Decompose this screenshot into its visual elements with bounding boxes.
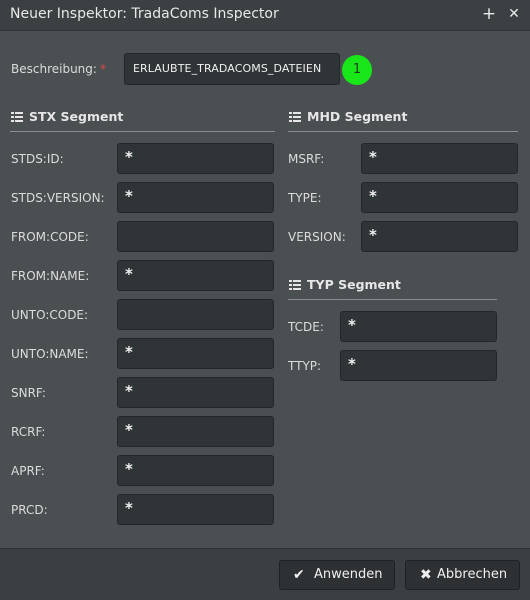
mhd-label-msrf: MSRF: (288, 152, 325, 166)
list-icon (289, 280, 301, 290)
stx-input-snrf[interactable]: * (117, 377, 274, 408)
stx-divider (10, 131, 275, 132)
stx-input-unto-name[interactable]: * (117, 338, 274, 369)
mhd-input-msrf[interactable]: * (361, 143, 518, 174)
stx-input-rcrf[interactable]: * (117, 416, 274, 447)
stx-input-aprf[interactable]: * (117, 455, 274, 486)
dialog-footer: ✔ Anwenden ✖ Abbrechen (0, 548, 530, 600)
mhd-divider (288, 131, 518, 132)
mhd-label-type: TYPE: (288, 191, 322, 205)
stx-label-from-name: FROM:NAME: (11, 269, 90, 283)
close-icon[interactable]: ✕ (504, 3, 524, 25)
list-icon (289, 112, 301, 122)
stx-input-stds-version[interactable]: * (117, 182, 274, 213)
mhd-input-version[interactable]: * (361, 221, 518, 252)
stx-input-prcd[interactable]: * (117, 494, 274, 525)
mhd-input-type[interactable]: * (361, 182, 518, 213)
stx-label-stds-version: STDS:VERSION: (11, 191, 105, 205)
stx-input-from-name[interactable]: * (117, 260, 274, 291)
add-icon[interactable]: + (479, 3, 499, 25)
apply-button[interactable]: ✔ Anwenden (279, 560, 395, 590)
stx-label-snrf: SNRF: (11, 386, 46, 400)
cancel-button[interactable]: ✖ Abbrechen (405, 560, 520, 590)
stx-input-unto-code[interactable] (117, 299, 274, 330)
typ-input-ttyp[interactable]: * (340, 350, 497, 381)
stx-segment-title: STX Segment (29, 109, 124, 124)
typ-label-tcde: TCDE: (288, 320, 324, 334)
typ-label-ttyp: TTYP: (288, 359, 322, 373)
mhd-segment-title: MHD Segment (307, 109, 408, 124)
cancel-button-label: Abbrechen (437, 567, 508, 582)
inspector-dialog: Neuer Inspektor: TradaComs Inspector + ✕… (0, 0, 530, 600)
stx-label-rcrf: RCRF: (11, 425, 46, 439)
stx-label-aprf: APRF: (11, 464, 45, 478)
stx-input-stds-id[interactable]: * (117, 143, 274, 174)
stx-input-from-code[interactable] (117, 221, 274, 252)
stx-label-from-code: FROM:CODE: (11, 230, 89, 244)
validation-badge: 1 (342, 55, 372, 85)
title-bar: Neuer Inspektor: TradaComs Inspector + ✕ (0, 0, 530, 31)
description-label: Beschreibung: * (11, 62, 106, 76)
description-input[interactable]: ERLAUBTE_TRADACOMS_DATEIEN (124, 53, 340, 85)
stx-label-unto-code: UNTO:CODE: (11, 308, 89, 322)
check-icon: ✔ (293, 567, 305, 583)
typ-input-tcde[interactable]: * (340, 311, 497, 342)
typ-divider (288, 299, 497, 300)
list-icon (11, 112, 23, 122)
close-icon: ✖ (420, 567, 432, 583)
stx-label-unto-name: UNTO:NAME: (11, 347, 89, 361)
required-marker: * (99, 62, 106, 76)
apply-button-label: Anwenden (314, 567, 383, 582)
stx-label-prcd: PRCD: (11, 503, 48, 517)
stx-label-stds-id: STDS:ID: (11, 152, 64, 166)
window-title: Neuer Inspektor: TradaComs Inspector (10, 6, 279, 22)
typ-segment-title: TYP Segment (307, 277, 401, 292)
mhd-label-version: VERSION: (288, 230, 346, 244)
